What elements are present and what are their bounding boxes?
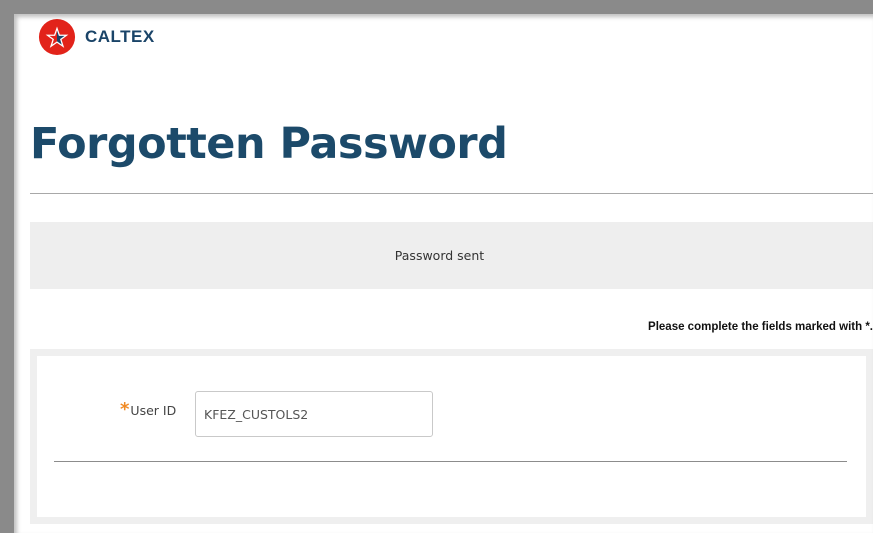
required-marker: * [120,399,130,420]
userid-label: * User ID [120,401,176,419]
brand-logo[interactable]: CALTEX [38,17,155,57]
form-panel: * User ID [30,349,873,524]
brand-name: CALTEX [85,27,155,46]
required-fields-note: Please complete the fields marked with *… [648,321,873,333]
title-divider [30,193,873,194]
caltex-star-icon [38,18,76,56]
page-title: Forgotten Password [30,119,508,169]
userid-input[interactable] [195,391,433,437]
status-message: Password sent [394,248,485,263]
status-banner: Password sent [30,222,873,289]
userid-label-text: User ID [130,402,177,418]
form-body: * User ID [37,356,866,517]
form-divider [54,461,847,462]
page: CALTEX Forgotten Password Password sent … [14,14,873,533]
